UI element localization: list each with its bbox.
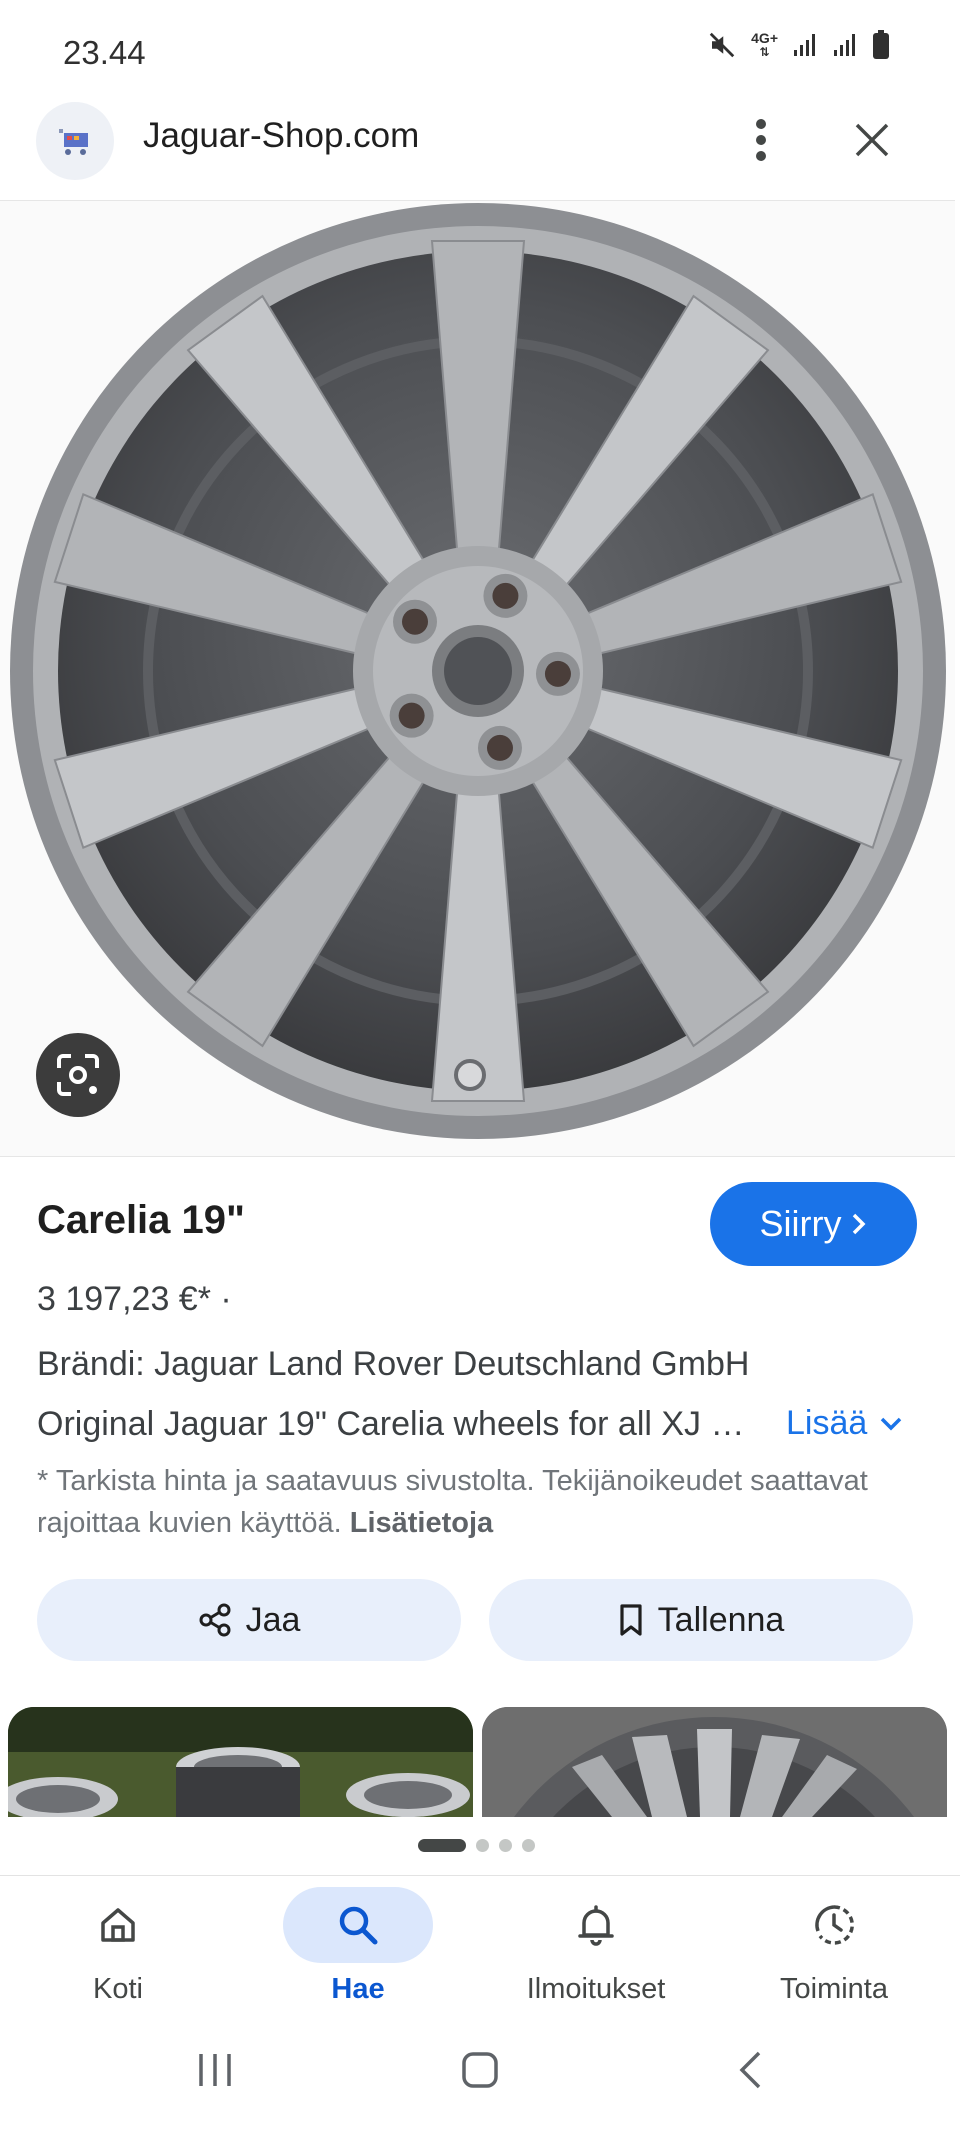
share-label: Jaa bbox=[245, 1600, 301, 1639]
wheels-on-lawn-image bbox=[8, 1707, 473, 1817]
more-label: Lisää bbox=[786, 1404, 868, 1442]
share-icon bbox=[199, 1603, 231, 1637]
nav-icon-container bbox=[283, 1887, 433, 1963]
mute-icon bbox=[709, 32, 735, 58]
battery-icon bbox=[873, 30, 889, 59]
recent-apps-button[interactable] bbox=[190, 2045, 240, 2095]
save-label: Tallenna bbox=[657, 1600, 785, 1639]
more-button[interactable]: Lisää bbox=[786, 1404, 903, 1443]
bell-icon bbox=[578, 1905, 614, 1946]
back-button[interactable] bbox=[725, 2045, 775, 2095]
home-icon bbox=[101, 1908, 135, 1942]
nav-item-search[interactable]: Hae bbox=[268, 1885, 448, 2015]
home-button[interactable] bbox=[455, 2045, 505, 2095]
site-name[interactable]: Jaguar-Shop.com bbox=[143, 116, 419, 156]
back-icon bbox=[739, 2051, 761, 2089]
share-button[interactable]: Jaa bbox=[37, 1579, 461, 1661]
lug-hole-inner bbox=[544, 660, 571, 687]
lug-hole-inner bbox=[492, 582, 519, 609]
nav-icon-container bbox=[521, 1887, 671, 1963]
nav-icon-container bbox=[759, 1887, 909, 1963]
pager-dot bbox=[499, 1839, 512, 1852]
system-navigation-bar bbox=[0, 2035, 960, 2133]
learn-more-link[interactable]: Lisätietoja bbox=[350, 1507, 493, 1539]
status-icons: 4G+ ⇅ bbox=[707, 30, 890, 60]
home-square-icon bbox=[462, 2052, 498, 2088]
wheel-image bbox=[10, 203, 946, 1139]
disclaimer: * Tarkista hinta ja saatavuus sivustolta… bbox=[37, 1460, 897, 1544]
more-options-button[interactable] bbox=[735, 110, 787, 170]
status-bar: 23.44 4G+ ⇅ bbox=[0, 0, 960, 100]
signal-icon bbox=[794, 34, 815, 56]
shopping-cart-icon bbox=[36, 102, 114, 180]
nav-label-activity: Toiminta bbox=[780, 1973, 888, 2005]
image-pager bbox=[418, 1839, 535, 1852]
search-icon bbox=[339, 1906, 378, 1945]
product-image[interactable] bbox=[0, 200, 955, 1157]
pager-dot bbox=[522, 1839, 535, 1852]
google-lens-icon bbox=[57, 1054, 99, 1096]
nav-item-notifications[interactable]: Ilmoitukset bbox=[506, 1885, 686, 2015]
related-image-2[interactable] bbox=[482, 1707, 947, 1817]
pager-dot bbox=[476, 1839, 489, 1852]
pager-dot-active bbox=[418, 1839, 466, 1852]
chevron-down-icon bbox=[881, 1417, 902, 1430]
product-price: 3 197,23 €* · bbox=[37, 1280, 232, 1318]
google-lens-button[interactable] bbox=[36, 1033, 120, 1117]
more-vert-icon bbox=[756, 119, 766, 161]
signal-icon bbox=[834, 34, 855, 56]
save-button[interactable]: Tallenna bbox=[489, 1579, 913, 1661]
visit-button[interactable]: Siirry bbox=[710, 1182, 917, 1266]
nav-item-activity[interactable]: Toiminta bbox=[744, 1885, 924, 2015]
wheel-closeup-image bbox=[482, 1707, 947, 1817]
product-title: Carelia 19" bbox=[37, 1198, 245, 1242]
nav-label-notifications: Ilmoitukset bbox=[526, 1973, 666, 2005]
lug-hole-inner bbox=[486, 734, 513, 761]
nav-icon-container bbox=[43, 1887, 193, 1963]
nav-item-home[interactable]: Koti bbox=[28, 1885, 208, 2015]
lug-hole-inner bbox=[398, 702, 425, 729]
lug-hole-inner bbox=[402, 608, 429, 635]
activity-icon bbox=[815, 1905, 854, 1945]
product-brand: Brändi: Jaguar Land Rover Deutschland Gm… bbox=[37, 1345, 750, 1383]
status-time: 23.44 bbox=[63, 34, 146, 71]
close-icon bbox=[855, 123, 889, 157]
close-button[interactable] bbox=[842, 110, 902, 170]
visit-label: Siirry bbox=[759, 1203, 842, 1244]
product-description: Original Jaguar 19" Carelia wheels for a… bbox=[37, 1405, 752, 1443]
nav-label-home: Koti bbox=[93, 1973, 143, 2005]
network-4g-icon: 4G+ ⇅ bbox=[751, 30, 778, 59]
bookmark-icon bbox=[620, 1604, 642, 1636]
recent-apps-icon bbox=[199, 2054, 231, 2086]
related-image-1[interactable] bbox=[8, 1707, 473, 1817]
nav-label-search: Hae bbox=[331, 1973, 385, 2005]
chevron-right-icon bbox=[853, 1213, 866, 1235]
